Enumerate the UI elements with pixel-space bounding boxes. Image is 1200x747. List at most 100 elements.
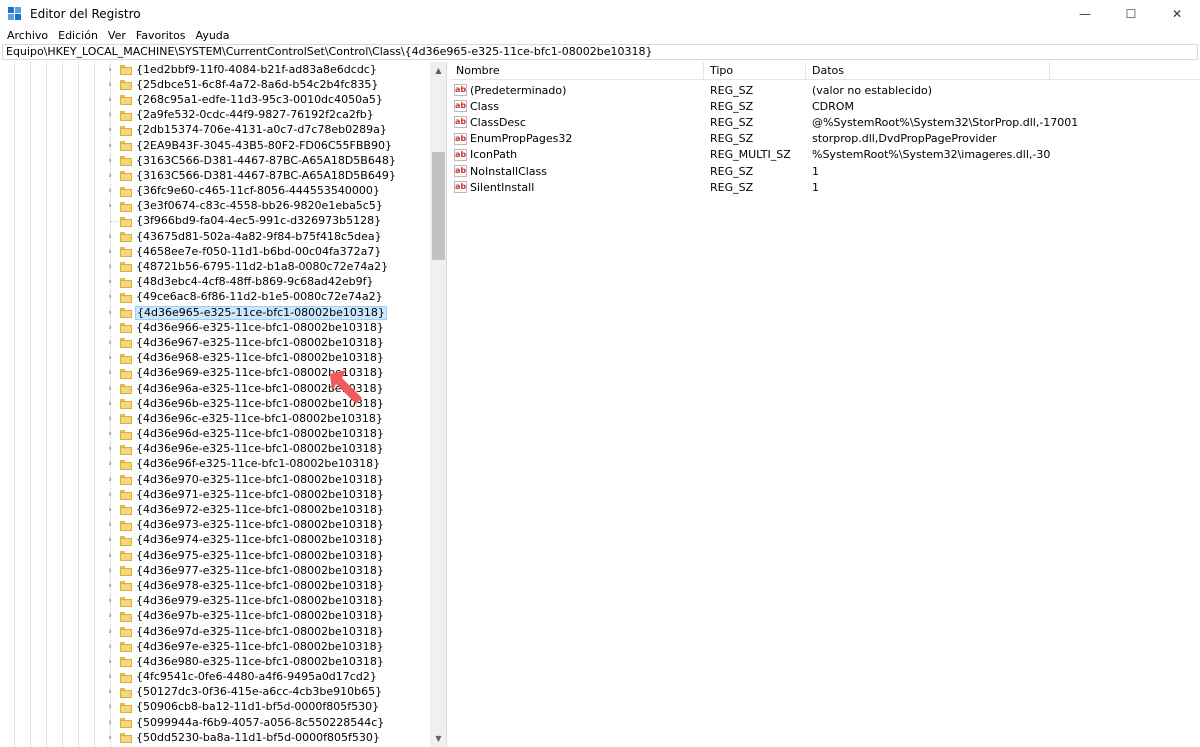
tree-item[interactable]: › {48721b56-6795-11d2-b1a8-0080c72e74a2} xyxy=(2,259,430,274)
tree-item[interactable]: › {3e3f0674-c83c-4558-bb26-9820e1eba5c5} xyxy=(2,199,430,214)
value-row[interactable]: ab IconPath REG_MULTI_SZ %SystemRoot%\Syste… xyxy=(450,147,1200,163)
chevron-right-icon[interactable]: › xyxy=(106,533,114,548)
value-row[interactable]: ab (Predeterminado) REG_SZ (valor no establ… xyxy=(450,82,1200,98)
chevron-right-icon[interactable]: › xyxy=(106,457,114,472)
tree-item[interactable]: › {4d36e978-e325-11ce-bfc1-08002be10318} xyxy=(2,578,430,593)
tree-item[interactable]: › {48d3ebc4-4cf8-48ff-b869-9c68ad42eb9f} xyxy=(2,275,430,290)
address-bar[interactable]: Equipo\HKEY_LOCAL_MACHINE\SYSTEM\Current… xyxy=(2,44,1198,60)
chevron-right-icon[interactable]: › xyxy=(106,275,114,290)
scroll-up-icon[interactable]: ▲ xyxy=(430,62,446,79)
tree-item[interactable]: › {3163C566-D381-4467-87BC-A65A18D5B649} xyxy=(2,168,430,183)
scrollbar-thumb[interactable] xyxy=(432,152,445,260)
chevron-right-icon[interactable]: › xyxy=(106,290,114,305)
chevron-right-icon[interactable]: › xyxy=(106,624,114,639)
maximize-button[interactable]: ☐ xyxy=(1108,0,1154,27)
chevron-right-icon[interactable]: › xyxy=(106,548,114,563)
chevron-right-icon[interactable]: › xyxy=(106,700,114,715)
chevron-right-icon[interactable]: › xyxy=(106,442,114,457)
chevron-right-icon[interactable]: › xyxy=(106,609,114,624)
menu-ver[interactable]: Ver xyxy=(103,29,131,42)
tree-item[interactable]: › {4d36e979-e325-11ce-bfc1-08002be10318} xyxy=(2,594,430,609)
chevron-right-icon[interactable]: › xyxy=(106,153,114,168)
menu-ayuda[interactable]: Ayuda xyxy=(191,29,235,42)
tree-item[interactable]: › {4d36e980-e325-11ce-bfc1-08002be10318} xyxy=(2,654,430,669)
chevron-right-icon[interactable]: › xyxy=(106,320,114,335)
column-header-data[interactable]: Datos xyxy=(806,62,1050,80)
chevron-right-icon[interactable]: › xyxy=(106,518,114,533)
chevron-right-icon[interactable]: › xyxy=(106,396,114,411)
tree-item[interactable]: › {4d36e97b-e325-11ce-bfc1-08002be10318} xyxy=(2,609,430,624)
tree-item[interactable]: › {4d36e975-e325-11ce-bfc1-08002be10318} xyxy=(2,548,430,563)
chevron-right-icon[interactable]: › xyxy=(106,77,114,92)
chevron-right-icon[interactable]: › xyxy=(106,411,114,426)
tree-item[interactable]: › {4d36e972-e325-11ce-bfc1-08002be10318} xyxy=(2,502,430,517)
tree-item[interactable]: › {4d36e96f-e325-11ce-bfc1-08002be10318} xyxy=(2,457,430,472)
chevron-right-icon[interactable]: › xyxy=(106,685,114,700)
tree-item[interactable]: › {2a9fe532-0cdc-44f9-9827-76192f2ca2fb} xyxy=(2,108,430,123)
chevron-right-icon[interactable]: › xyxy=(106,335,114,350)
chevron-right-icon[interactable]: › xyxy=(106,244,114,259)
value-row[interactable]: ab Class REG_SZ CDROM xyxy=(450,98,1200,114)
scroll-down-icon[interactable]: ▼ xyxy=(430,730,446,747)
chevron-right-icon[interactable]: › xyxy=(106,563,114,578)
tree-item[interactable]: › {4d36e970-e325-11ce-bfc1-08002be10318} xyxy=(2,472,430,487)
tree-item[interactable]: › {268c95a1-edfe-11d3-95c3-0010dc4050a5} xyxy=(2,92,430,107)
chevron-right-icon[interactable]: › xyxy=(106,594,114,609)
tree-item[interactable]: › {4d36e966-e325-11ce-bfc1-08002be10318} xyxy=(2,320,430,335)
chevron-right-icon[interactable]: › xyxy=(106,184,114,199)
tree-item[interactable]: › {4fc9541c-0fe6-4480-a4f6-9495a0d17cd2} xyxy=(2,670,430,685)
tree-item[interactable]: {3f966bd9-fa04-4ec5-991c-d326973b5128} xyxy=(2,214,430,229)
menu-edicion[interactable]: Edición xyxy=(53,29,103,42)
close-button[interactable]: ✕ xyxy=(1154,0,1200,27)
chevron-right-icon[interactable]: › xyxy=(106,199,114,214)
column-header-name[interactable]: Nombre xyxy=(450,62,704,80)
chevron-right-icon[interactable]: › xyxy=(106,229,114,244)
tree-scrollbar[interactable]: ▲ ▼ xyxy=(430,62,446,747)
menu-archivo[interactable]: Archivo xyxy=(2,29,53,42)
tree-item[interactable]: › {2EA9B43F-3045-43B5-80F2-FD06C55FBB90} xyxy=(2,138,430,153)
chevron-right-icon[interactable]: › xyxy=(106,260,114,275)
tree-item[interactable]: › {4d36e96c-e325-11ce-bfc1-08002be10318} xyxy=(2,411,430,426)
chevron-right-icon[interactable]: › xyxy=(106,108,114,123)
chevron-right-icon[interactable]: › xyxy=(106,62,114,77)
chevron-right-icon[interactable]: › xyxy=(106,670,114,685)
tree-item[interactable]: › {5099944a-f6b9-4057-a056-8c550228544c} xyxy=(2,715,430,730)
chevron-right-icon[interactable]: › xyxy=(106,427,114,442)
chevron-right-icon[interactable]: › xyxy=(106,730,114,745)
tree-item[interactable]: › {4658ee7e-f050-11d1-b6bd-00c04fa372a7} xyxy=(2,244,430,259)
tree-item[interactable]: › {43675d81-502a-4a82-9f84-b75f418c5dea} xyxy=(2,229,430,244)
tree-item[interactable]: › {2db15374-706e-4131-a0c7-d7c78eb0289a} xyxy=(2,123,430,138)
tree-item[interactable]: › {4d36e96e-e325-11ce-bfc1-08002be10318} xyxy=(2,442,430,457)
chevron-right-icon[interactable]: › xyxy=(106,578,114,593)
minimize-button[interactable]: — xyxy=(1062,0,1108,27)
chevron-right-icon[interactable]: › xyxy=(106,503,114,518)
tree-item[interactable]: › {4d36e968-e325-11ce-bfc1-08002be10318} xyxy=(2,351,430,366)
chevron-right-icon[interactable]: › xyxy=(106,168,114,183)
tree-item[interactable]: › {4d36e973-e325-11ce-bfc1-08002be10318} xyxy=(2,518,430,533)
chevron-right-icon[interactable]: › xyxy=(106,381,114,396)
tree-item[interactable]: › {50dd5230-ba8a-11d1-bf5d-0000f805f530} xyxy=(2,730,430,745)
chevron-right-icon[interactable]: › xyxy=(106,366,114,381)
chevron-right-icon[interactable]: › xyxy=(106,92,114,107)
tree-item[interactable]: › {4d36e965-e325-11ce-bfc1-08002be10318} xyxy=(2,305,430,320)
tree-item[interactable]: › {4d36e97d-e325-11ce-bfc1-08002be10318} xyxy=(2,624,430,639)
tree-item[interactable]: › {4d36e97e-e325-11ce-bfc1-08002be10318} xyxy=(2,639,430,654)
tree-item[interactable]: › {25dbce51-6c8f-4a72-8a6d-b54c2b4fc835} xyxy=(2,77,430,92)
chevron-right-icon[interactable]: › xyxy=(106,715,114,730)
chevron-right-icon[interactable]: › xyxy=(106,305,114,320)
tree-item[interactable]: › {4d36e977-e325-11ce-bfc1-08002be10318} xyxy=(2,563,430,578)
chevron-right-icon[interactable]: › xyxy=(106,351,114,366)
tree-item[interactable]: › {36fc9e60-c465-11cf-8056-444553540000} xyxy=(2,184,430,199)
chevron-right-icon[interactable]: › xyxy=(106,138,114,153)
chevron-right-icon[interactable]: › xyxy=(106,472,114,487)
tree-item[interactable]: › {4d36e96d-e325-11ce-bfc1-08002be10318} xyxy=(2,427,430,442)
value-row[interactable]: ab EnumPropPages32 REG_SZ storprop.dll,DvdP… xyxy=(450,131,1200,147)
column-header-type[interactable]: Tipo xyxy=(704,62,806,80)
chevron-right-icon[interactable]: › xyxy=(106,123,114,138)
tree-item[interactable]: › {4d36e967-e325-11ce-bfc1-08002be10318} xyxy=(2,335,430,350)
value-row[interactable]: ab SilentInstall REG_SZ 1 xyxy=(450,179,1200,195)
tree-item[interactable]: › {4d36e971-e325-11ce-bfc1-08002be10318} xyxy=(2,487,430,502)
value-row[interactable]: ab NoInstallClass REG_SZ 1 xyxy=(450,163,1200,179)
chevron-right-icon[interactable]: › xyxy=(106,487,114,502)
chevron-right-icon[interactable]: › xyxy=(106,654,114,669)
